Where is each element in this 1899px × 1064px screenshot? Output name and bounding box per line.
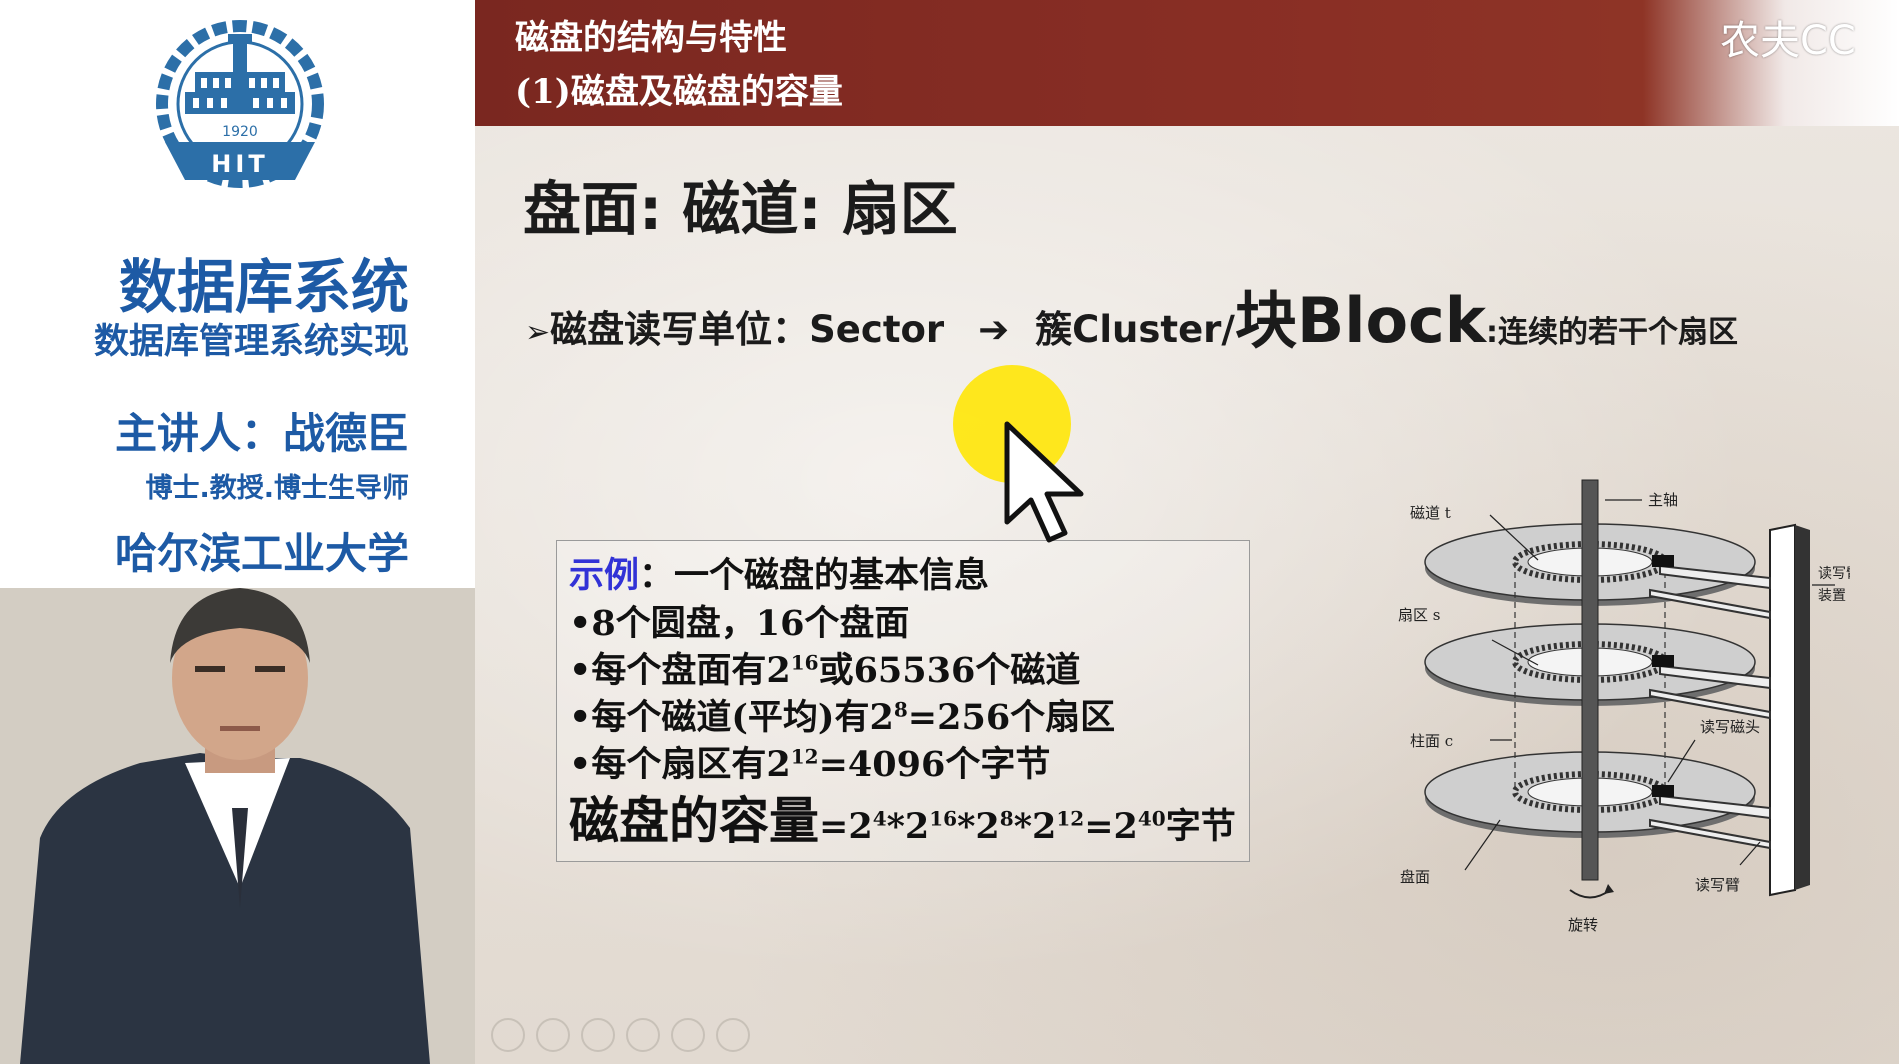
arrow-right-icon: ➔ [978, 308, 1010, 351]
zoom-icon[interactable] [671, 1018, 705, 1052]
subsection-title: (1)磁盘及磁盘的容量 [515, 72, 843, 112]
example-line-sectors: •每个磁道(平均)有28=256个扇区 [569, 697, 1116, 738]
lecturer-name: 主讲人：战德臣 [114, 409, 409, 458]
disk-structure-diagram: 磁道 t 主轴 读写臂 装置 扇区 s 柱面 c 读写磁头 盘面 读写臂 旋转 [1398, 479, 1850, 934]
presenter-figure [0, 588, 475, 1064]
next-slide-icon[interactable] [536, 1018, 570, 1052]
example-line-tracks: •每个盘面有216或65536个磁道 [569, 650, 1081, 691]
example-box: 示例：一个磁盘的基本信息 •8个圆盘，16个盘面 •每个盘面有216或65536… [556, 540, 1250, 862]
bullet-read-write-unit: ➢磁盘读写单位：Sector ➔ 簇Cluster/块Block:连续的若干个扇区 [525, 270, 1738, 360]
label-spindle: 主轴 [1648, 491, 1678, 509]
slide-title: 盘面: 磁道: 扇区 [523, 175, 958, 243]
label-surface: 盘面 [1400, 868, 1430, 886]
sidebar: 1920 HIT 数据库系统 数据库管理系统实现 主讲人：战德臣 博士.教授.博… [0, 0, 475, 1064]
label-arm: 读写臂 [1695, 876, 1740, 894]
bullet-text-block: 块Block [1234, 284, 1487, 357]
webcam-video [0, 588, 475, 1064]
pen-icon[interactable] [581, 1018, 615, 1052]
bullet-text-cluster: 簇Cluster/ [1035, 308, 1235, 351]
example-capacity: 磁盘的容量=24*216*28*212=240字节 [569, 792, 1236, 850]
prev-slide-icon[interactable] [491, 1018, 525, 1052]
slideshow-toolbar [491, 1018, 750, 1052]
label-cylinder: 柱面 c [1410, 732, 1453, 750]
example-line-platters: •8个圆盘，16个盘面 [569, 603, 910, 644]
mouse-cursor-icon [1004, 421, 1084, 543]
channel-watermark: 农夫CC [1720, 18, 1856, 64]
section-title: 磁盘的结构与特性 [515, 18, 787, 58]
label-arm-assembly-1: 读写臂 [1818, 565, 1850, 582]
more-options-icon[interactable] [716, 1018, 750, 1052]
example-heading: 示例：一个磁盘的基本信息 [569, 547, 989, 598]
bullet-marker-icon: ➢ [525, 315, 551, 350]
label-arm-assembly-2: 装置 [1818, 588, 1846, 604]
slide: 磁盘的结构与特性 (1)磁盘及磁盘的容量 农夫CC 盘面: 磁道: 扇区 ➢磁盘… [475, 0, 1899, 1064]
university-name: 哈尔滨工业大学 [114, 529, 409, 578]
logo-year: 1920 [222, 124, 258, 140]
example-line-bytes: •每个扇区有212=4096个字节 [569, 744, 1051, 785]
logo-abbr: HIT [211, 150, 268, 178]
example-label: 示例 [569, 556, 640, 596]
course-subtitle: 数据库管理系统实现 [93, 322, 409, 362]
label-track: 磁道 t [1410, 504, 1451, 522]
label-sector: 扇区 s [1398, 606, 1440, 624]
bullet-text-sector: 磁盘读写单位：Sector [550, 308, 945, 351]
bullet-text-note: :连续的若干个扇区 [1486, 315, 1739, 350]
lecturer-title: 博士.教授.博士生导师 [145, 473, 409, 504]
slide-header: 磁盘的结构与特性 (1)磁盘及磁盘的容量 [475, 0, 1899, 126]
university-logo: 1920 HIT [156, 20, 324, 188]
label-rotation: 旋转 [1568, 916, 1598, 934]
example-heading-text: ：一个磁盘的基本信息 [639, 556, 990, 596]
slides-grid-icon[interactable] [626, 1018, 660, 1052]
capacity-label: 磁盘的容量 [569, 792, 819, 850]
label-head: 读写磁头 [1700, 718, 1760, 736]
course-title: 数据库系统 [118, 253, 409, 321]
